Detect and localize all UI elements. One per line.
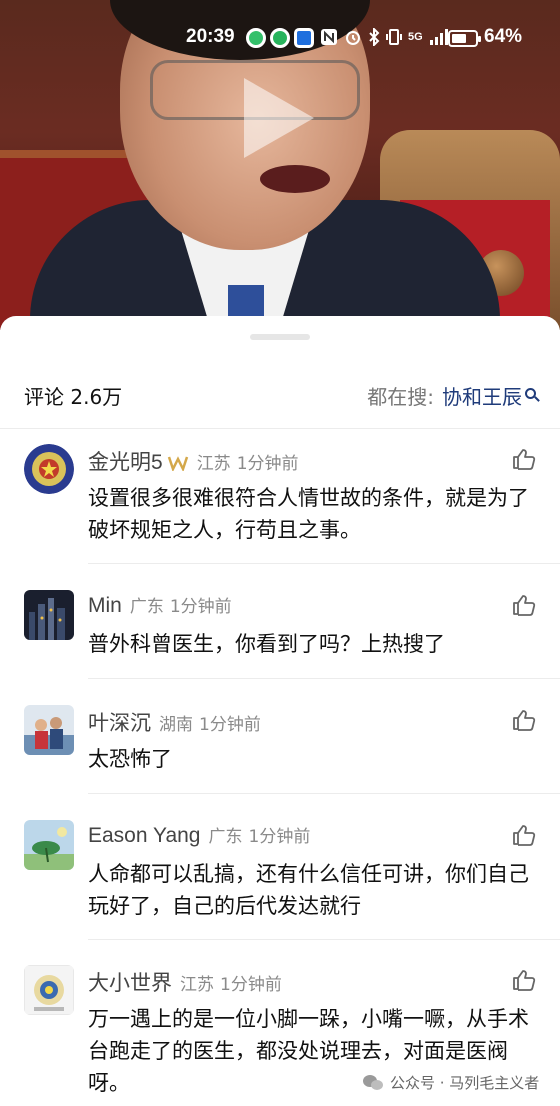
- app-notification-icon: [294, 28, 314, 48]
- comment-text: 普外科曾医生，你看到了吗？上热搜了: [88, 632, 445, 656]
- app-notification-icon: [270, 28, 290, 48]
- divider: [0, 428, 560, 429]
- avatar[interactable]: [24, 705, 74, 755]
- commenter-region: 江苏: [196, 454, 231, 474]
- wechat-icon: [363, 1074, 383, 1090]
- commenter-name[interactable]: 金光明5: [88, 446, 163, 476]
- comment-text: 人命都可以乱搞，还有什么信任可讲，你们自己玩好了，自己的后代发达就行: [88, 862, 529, 918]
- watermark-text: 公众号 · 马列毛主义者: [390, 1074, 540, 1092]
- thumbs-up-icon[interactable]: [512, 594, 536, 616]
- drag-handle[interactable]: [250, 334, 310, 340]
- thumbs-up-icon[interactable]: [512, 709, 536, 731]
- vibrate-icon: [386, 29, 402, 45]
- commenter-name[interactable]: 叶深沉: [88, 707, 151, 737]
- commenter-region: 广东: [208, 827, 243, 847]
- comment-meta: Eason Yang 广东 1分钟前: [88, 822, 310, 848]
- watermark: 公众号 · 马列毛主义者: [362, 1072, 539, 1093]
- avatar[interactable]: [24, 590, 74, 640]
- vip-badge-icon: [167, 456, 188, 471]
- network-type: 5G: [408, 31, 423, 43]
- commenter-region: 广东: [129, 597, 164, 617]
- notification-icons: [246, 28, 314, 48]
- nfc-icon: [321, 29, 337, 45]
- play-icon[interactable]: [244, 78, 314, 158]
- divider: [88, 939, 560, 940]
- comment-meta: Min 广东 1分钟前: [88, 592, 232, 618]
- trending-search[interactable]: 都在搜: 协和王辰: [367, 381, 536, 410]
- comment-time: 1分钟前: [199, 715, 261, 735]
- battery-percent: 64%: [484, 26, 523, 47]
- commenter-region: 湖南: [159, 715, 193, 735]
- trending-search-label: 都在搜:: [367, 384, 434, 409]
- speaker-mouth: [260, 165, 330, 193]
- comment-time: 1分钟前: [220, 975, 282, 995]
- bluetooth-icon: [369, 28, 380, 46]
- thumbs-up-icon[interactable]: [512, 824, 536, 846]
- comment-time: 1分钟前: [169, 597, 232, 617]
- comment-meta: 金光明5 江苏 1分钟前: [88, 446, 299, 476]
- comment-text: 设置很多很难很符合人情世故的条件，就是为了破坏规矩之人，行苟且之事。: [88, 486, 529, 542]
- status-bar: 20:39 5G 64%: [0, 24, 560, 54]
- status-time: 20:39: [186, 26, 235, 47]
- comment-meta: 叶深沉 湖南 1分钟前: [88, 707, 261, 737]
- battery-icon: [448, 30, 481, 47]
- commenter-name[interactable]: Eason Yang: [88, 824, 201, 848]
- trending-search-keyword[interactable]: 协和王辰: [442, 381, 522, 410]
- comment-count: 评论 2.6万: [24, 384, 123, 409]
- commenter-region: 江苏: [180, 975, 214, 995]
- system-icons: 5G: [320, 28, 451, 46]
- divider: [88, 793, 560, 794]
- divider: [88, 563, 560, 564]
- search-icon: [525, 387, 536, 399]
- app-notification-icon: [246, 28, 266, 48]
- thumbs-up-icon[interactable]: [512, 448, 536, 470]
- commenter-name[interactable]: 大小世界: [88, 967, 172, 997]
- comment-text: 太恐怖了: [88, 747, 172, 771]
- comments-header: 评论 2.6万 都在搜: 协和王辰: [24, 378, 536, 412]
- battery-fill: [452, 34, 466, 43]
- alarm-icon: [346, 31, 360, 45]
- comment-meta: 大小世界 江苏 1分钟前: [88, 967, 282, 997]
- avatar[interactable]: [24, 965, 74, 1015]
- thumbs-up-icon[interactable]: [512, 969, 536, 991]
- commenter-name[interactable]: Min: [88, 594, 122, 618]
- comment-time: 1分钟前: [248, 827, 311, 847]
- divider: [88, 678, 560, 679]
- avatar[interactable]: [24, 444, 74, 494]
- avatar[interactable]: [24, 820, 74, 870]
- comment-time: 1分钟前: [236, 454, 299, 474]
